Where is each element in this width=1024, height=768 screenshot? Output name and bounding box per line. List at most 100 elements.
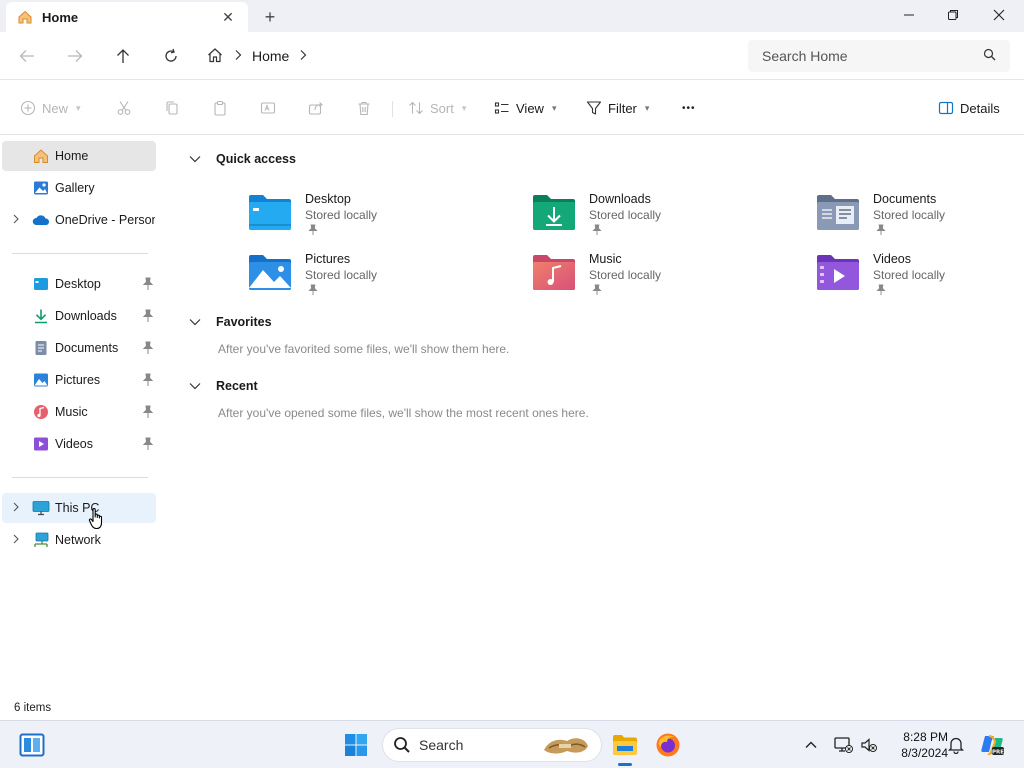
tab-home[interactable]: Home ✕ bbox=[6, 2, 248, 32]
back-button[interactable] bbox=[12, 42, 42, 70]
details-button[interactable]: Details bbox=[938, 95, 1000, 121]
chevron-right-icon[interactable] bbox=[12, 214, 22, 227]
sidebar-item-music[interactable]: Music bbox=[2, 397, 156, 427]
close-window-icon[interactable] bbox=[976, 0, 1022, 30]
restore-icon[interactable] bbox=[930, 0, 976, 30]
taskbar-clock[interactable]: 8:28 PM 8/3/2024 bbox=[890, 729, 948, 761]
chevron-right-icon[interactable] bbox=[234, 49, 242, 64]
home-icon bbox=[32, 147, 50, 165]
start-icon[interactable] bbox=[340, 729, 372, 761]
chevron-down-icon[interactable] bbox=[188, 154, 202, 164]
chevron-down-icon[interactable] bbox=[188, 381, 202, 391]
delete-button[interactable] bbox=[356, 95, 372, 121]
videos-folder-icon bbox=[817, 255, 859, 290]
quick-access-item-downloads[interactable]: Downloads Stored locally bbox=[532, 190, 802, 244]
pin-icon[interactable] bbox=[142, 437, 154, 451]
chevron-down-icon[interactable] bbox=[188, 317, 202, 327]
sidebar-item-gallery[interactable]: Gallery bbox=[2, 173, 156, 203]
share-button[interactable] bbox=[308, 95, 324, 121]
sidebar-item-label: Music bbox=[55, 405, 88, 419]
recent-header[interactable]: Recent bbox=[188, 379, 258, 393]
file-explorer-taskbar-icon[interactable] bbox=[609, 729, 641, 761]
sidebar-item-videos[interactable]: Videos bbox=[2, 429, 156, 459]
quick-access-name: Music bbox=[589, 252, 622, 266]
cut-button[interactable] bbox=[116, 95, 132, 121]
copilot-icon[interactable]: PRE bbox=[976, 729, 1008, 761]
pin-icon[interactable] bbox=[142, 405, 154, 419]
chevron-right-icon[interactable] bbox=[299, 49, 307, 64]
firefox-icon[interactable] bbox=[652, 729, 684, 761]
sidebar-item-label: Videos bbox=[55, 437, 93, 451]
sound-muted-icon[interactable] bbox=[856, 729, 882, 761]
breadcrumb-home[interactable]: Home bbox=[252, 48, 289, 64]
network-status-icon[interactable] bbox=[829, 729, 857, 761]
chevron-up-icon[interactable] bbox=[796, 729, 826, 761]
sidebar-item-home[interactable]: Home bbox=[2, 141, 156, 171]
quick-access-item-music[interactable]: Music Stored locally bbox=[532, 250, 802, 304]
sidebar-divider bbox=[12, 253, 148, 254]
search-highlight-icon bbox=[544, 738, 588, 754]
sidebar-item-downloads[interactable]: Downloads bbox=[2, 301, 156, 331]
paste-button[interactable] bbox=[212, 95, 228, 121]
pin-icon[interactable] bbox=[142, 277, 154, 291]
quick-access-header[interactable]: Quick access bbox=[188, 152, 296, 166]
home-icon[interactable] bbox=[206, 46, 224, 67]
notifications-icon[interactable] bbox=[942, 729, 970, 761]
taskbar-search[interactable]: Search bbox=[382, 728, 602, 762]
chevron-down-icon: ▾ bbox=[461, 102, 467, 113]
search-icon[interactable] bbox=[983, 48, 996, 64]
favorites-empty-message: After you've favorited some files, we'll… bbox=[218, 342, 510, 356]
copy-icon bbox=[166, 101, 178, 115]
taskbar: Search 8:28 PM 8/3/2024 PRE bbox=[0, 720, 1024, 768]
sidebar-item-desktop[interactable]: Desktop bbox=[2, 269, 156, 299]
quick-access-item-videos[interactable]: Videos Stored locally bbox=[816, 250, 1024, 304]
chevron-right-icon[interactable] bbox=[12, 502, 22, 515]
quick-access-location: Stored locally bbox=[305, 208, 378, 222]
sidebar-item-label: Home bbox=[55, 149, 89, 163]
favorites-header[interactable]: Favorites bbox=[188, 315, 272, 329]
sidebar-item-this-pc[interactable]: This PC bbox=[2, 493, 156, 523]
pin-icon[interactable] bbox=[142, 341, 154, 355]
search-icon bbox=[394, 737, 410, 753]
status-item-count: 6 items bbox=[14, 702, 52, 714]
quick-access-item-pictures[interactable]: Pictures Stored locally bbox=[248, 250, 518, 304]
forward-button[interactable] bbox=[60, 42, 90, 70]
filter-button[interactable]: Filter ▾ bbox=[586, 95, 649, 121]
tab-close-icon[interactable]: ✕ bbox=[218, 7, 238, 27]
up-button[interactable] bbox=[108, 42, 138, 70]
svg-text:PRE: PRE bbox=[992, 750, 1004, 756]
view-button[interactable]: View ▾ bbox=[494, 95, 556, 121]
sidebar-item-network[interactable]: Network bbox=[2, 525, 156, 555]
more-options-button[interactable]: ••• bbox=[682, 95, 696, 121]
quick-access-item-documents[interactable]: Documents Stored locally bbox=[816, 190, 1024, 244]
copy-button[interactable] bbox=[164, 95, 180, 121]
sort-button[interactable]: Sort ▾ bbox=[408, 95, 466, 121]
search-input[interactable] bbox=[762, 48, 983, 64]
pin-icon[interactable] bbox=[142, 373, 154, 387]
quick-access-location: Stored locally bbox=[873, 268, 946, 282]
quick-access-location: Stored locally bbox=[873, 208, 946, 222]
recent-empty-message: After you've opened some files, we'll sh… bbox=[218, 406, 589, 420]
sidebar-item-documents[interactable]: Documents bbox=[2, 333, 156, 363]
widgets-icon[interactable] bbox=[16, 729, 48, 761]
sidebar-item-onedrive[interactable]: OneDrive - Personal bbox=[2, 205, 156, 235]
chevron-right-icon[interactable] bbox=[12, 534, 22, 547]
active-app-indicator bbox=[618, 763, 632, 766]
taskbar-search-label: Search bbox=[419, 737, 464, 753]
desktop-folder-icon bbox=[249, 195, 291, 230]
new-button[interactable]: New ▾ bbox=[20, 95, 81, 121]
quick-access-item-desktop[interactable]: Desktop Stored locally bbox=[248, 190, 518, 244]
pin-icon bbox=[308, 224, 318, 235]
pin-icon[interactable] bbox=[142, 309, 154, 323]
sidebar-item-label: Desktop bbox=[55, 277, 101, 291]
sidebar-item-pictures[interactable]: Pictures bbox=[2, 365, 156, 395]
title-bar: Home ✕ + bbox=[0, 0, 1024, 32]
quick-access-name: Pictures bbox=[305, 252, 351, 266]
tab-title: Home bbox=[42, 9, 79, 25]
refresh-button[interactable] bbox=[156, 42, 186, 70]
new-tab-button[interactable]: + bbox=[258, 6, 282, 28]
rename-button[interactable] bbox=[260, 95, 276, 121]
search-box[interactable] bbox=[748, 40, 1010, 72]
minimize-icon[interactable] bbox=[886, 0, 932, 30]
onedrive-icon bbox=[32, 211, 50, 229]
